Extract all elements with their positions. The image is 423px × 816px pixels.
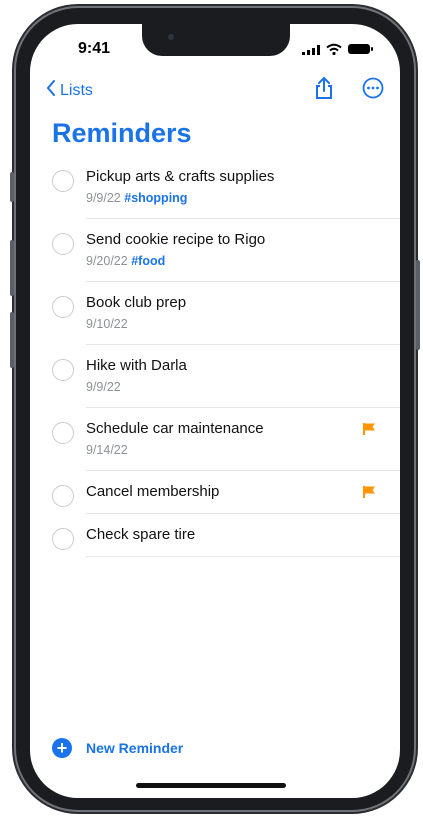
power-button	[416, 260, 420, 350]
chevron-left-icon	[46, 80, 60, 101]
battery-icon	[348, 42, 374, 60]
reminder-title: Book club prep	[86, 294, 187, 311]
back-button[interactable]: Lists	[46, 80, 93, 101]
plus-icon: +	[52, 738, 72, 758]
page-title: Reminders	[52, 118, 192, 148]
reminder-tag[interactable]: #food	[131, 254, 165, 268]
list-item[interactable]: Check spare tire	[30, 514, 400, 557]
flag-icon	[362, 422, 376, 441]
reminder-date: 9/9/22	[86, 191, 121, 205]
new-reminder-label: New Reminder	[86, 740, 184, 756]
flag-icon	[362, 485, 376, 504]
complete-checkbox[interactable]	[52, 359, 74, 381]
reminder-date: 9/9/22	[86, 380, 121, 394]
complete-checkbox[interactable]	[52, 485, 74, 507]
reminder-meta: 9/14/22	[86, 442, 400, 458]
camera-dot	[168, 34, 174, 40]
reminder-date: 9/20/22	[86, 254, 128, 268]
reminder-title: Send cookie recipe to Rigo	[86, 231, 266, 248]
status-icons	[302, 42, 374, 60]
more-options-icon[interactable]	[362, 77, 384, 104]
list-item[interactable]: Cancel membership	[30, 471, 400, 514]
back-label: Lists	[60, 81, 93, 99]
list-item[interactable]: Schedule car maintenance 9/14/22	[30, 408, 400, 471]
complete-checkbox[interactable]	[52, 170, 74, 192]
complete-checkbox[interactable]	[52, 528, 74, 550]
reminder-meta: 9/20/22 #food	[86, 253, 400, 269]
reminders-list: Pickup arts & crafts supplies 9/9/22 #sh…	[30, 156, 400, 557]
complete-checkbox[interactable]	[52, 422, 74, 444]
reminder-title: Schedule car maintenance	[86, 420, 264, 437]
reminder-date: 9/14/22	[86, 443, 128, 457]
list-item[interactable]: Pickup arts & crafts supplies 9/9/22 #sh…	[30, 156, 400, 219]
home-indicator[interactable]	[136, 783, 286, 788]
reminder-meta: 9/9/22 #shopping	[86, 190, 400, 206]
volume-up-button	[10, 240, 14, 296]
reminder-meta: 9/10/22	[86, 316, 400, 332]
reminder-meta: 9/9/22	[86, 379, 400, 395]
status-time: 9:41	[78, 40, 111, 57]
list-item[interactable]: Book club prep 9/10/22	[30, 282, 400, 345]
share-icon[interactable]	[314, 76, 334, 105]
volume-down-button	[10, 312, 14, 368]
reminder-title: Check spare tire	[86, 526, 196, 543]
new-reminder-button[interactable]: + New Reminder	[52, 738, 183, 758]
reminder-tag[interactable]: #shopping	[124, 191, 187, 205]
list-item[interactable]: Hike with Darla 9/9/22	[30, 345, 400, 408]
reminder-title: Hike with Darla	[86, 357, 187, 374]
complete-checkbox[interactable]	[52, 296, 74, 318]
nav-actions	[314, 76, 384, 105]
reminder-date: 9/10/22	[86, 317, 128, 331]
wifi-icon	[326, 42, 342, 60]
complete-checkbox[interactable]	[52, 233, 74, 255]
mute-switch	[10, 172, 14, 202]
list-item[interactable]: Send cookie recipe to Rigo 9/20/22 #food	[30, 219, 400, 282]
reminder-title: Cancel membership	[86, 483, 220, 500]
cellular-signal-icon	[302, 42, 320, 60]
reminder-title: Pickup arts & crafts supplies	[86, 168, 275, 185]
notch	[142, 24, 290, 56]
screen: 9:41 Lists Reminders Pickup arts & craft…	[30, 24, 400, 798]
